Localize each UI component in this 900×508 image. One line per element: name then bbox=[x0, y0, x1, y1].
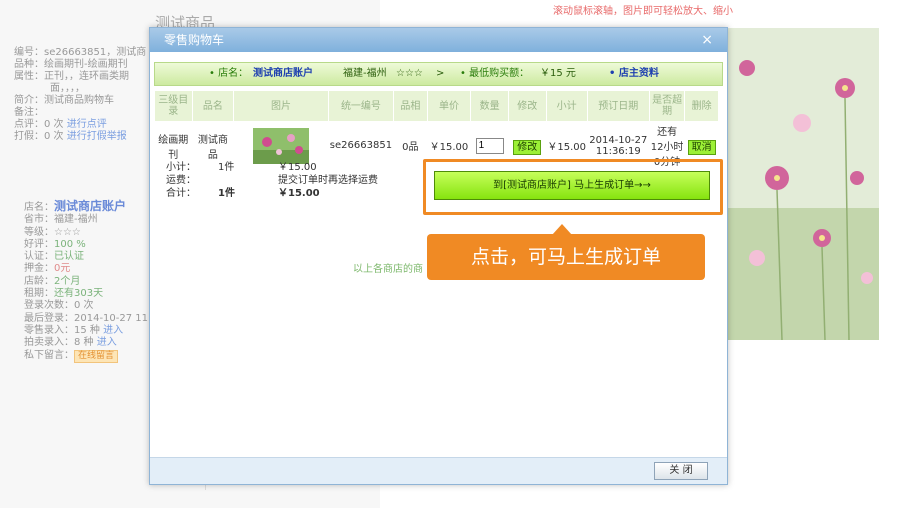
store-name-link[interactable]: 测试商店账户 bbox=[54, 199, 126, 213]
col-header: 单价 bbox=[426, 90, 472, 122]
col-header: 小计 bbox=[545, 90, 588, 122]
generate-order-button[interactable]: 到[测试商店账户] 马上生成订单→→ bbox=[434, 171, 710, 200]
retail-enter-link[interactable]: 进入 bbox=[103, 325, 123, 336]
order-highlight-box: 到[测试商店账户] 马上生成订单→→ bbox=[423, 159, 723, 215]
store-owner-info-link[interactable]: • 店主资料 bbox=[609, 63, 659, 85]
cart-dialog: 零售购物车 × • 店名： 测试商店账户 福建-福州 ☆☆☆ > • 最低购买额… bbox=[149, 27, 728, 485]
col-header: 删除 bbox=[684, 90, 719, 122]
col-header: 预订日期 bbox=[586, 90, 650, 122]
dialog-header: 零售购物车 × bbox=[150, 28, 727, 52]
cart-table: 三级目录 品名 图片 统一编号 品相 单价 数量 修改 小计 预订日期 是否超期… bbox=[154, 90, 719, 169]
online-message-button[interactable]: 在线留言 bbox=[74, 349, 119, 363]
col-header: 修改 bbox=[507, 90, 547, 122]
quantity-input[interactable] bbox=[475, 137, 504, 154]
col-header: 品名 bbox=[191, 90, 235, 122]
store-level: ☆☆☆ bbox=[396, 68, 423, 79]
callout-tooltip: 点击，可马上生成订单 bbox=[427, 234, 705, 280]
table-header: 三级目录 品名 图片 统一编号 品相 单价 数量 修改 小计 预订日期 是否超期… bbox=[154, 90, 719, 122]
close-icon[interactable]: × bbox=[701, 28, 713, 52]
store-name-link[interactable]: 测试商店账户 bbox=[253, 63, 313, 85]
col-header: 三级目录 bbox=[154, 90, 193, 122]
store-info: 店名：测试商店账户 省市：福建-福州 等级：☆☆☆ 好评：100 % 认证：已认… bbox=[24, 199, 149, 363]
modify-button[interactable]: 修改 bbox=[513, 140, 542, 155]
col-header: 图片 bbox=[233, 90, 329, 122]
footnote: 以上各商店的商 bbox=[353, 264, 423, 275]
product-info: 编号：se26663851，测试商 品种：绘画期刊-绘画期刊 属性：正刊，，连环… bbox=[14, 47, 147, 142]
store-bar: • 店名： 测试商店账户 福建-福州 ☆☆☆ > • 最低购买额： ￥15 元 … bbox=[154, 62, 723, 86]
col-header: 品相 bbox=[393, 90, 428, 122]
col-header: 数量 bbox=[470, 90, 509, 122]
col-header: 统一编号 bbox=[327, 90, 395, 122]
cancel-button[interactable]: 取消 bbox=[687, 140, 716, 155]
zoom-hint: 滚动鼠标滚轴，图片即可轻松放大、缩小 bbox=[553, 6, 733, 17]
product-photo[interactable] bbox=[727, 28, 879, 340]
rate-link[interactable]: 进行点评 bbox=[67, 119, 107, 130]
dialog-footer: 关 闭 bbox=[150, 457, 727, 484]
col-header: 是否超期 bbox=[648, 90, 686, 122]
dialog-title: 零售购物车 bbox=[164, 33, 225, 47]
order-summary: 小计： 1件 ￥15.00 运费： 提交订单时再选择运费 合计： 1件 ￥15.00 bbox=[166, 162, 378, 199]
report-fake-link[interactable]: 进行打假举报 bbox=[67, 131, 127, 142]
close-button[interactable]: 关 闭 bbox=[654, 462, 708, 480]
chevron-right-icon[interactable]: > bbox=[436, 63, 444, 85]
auction-enter-link[interactable]: 进入 bbox=[97, 337, 117, 348]
